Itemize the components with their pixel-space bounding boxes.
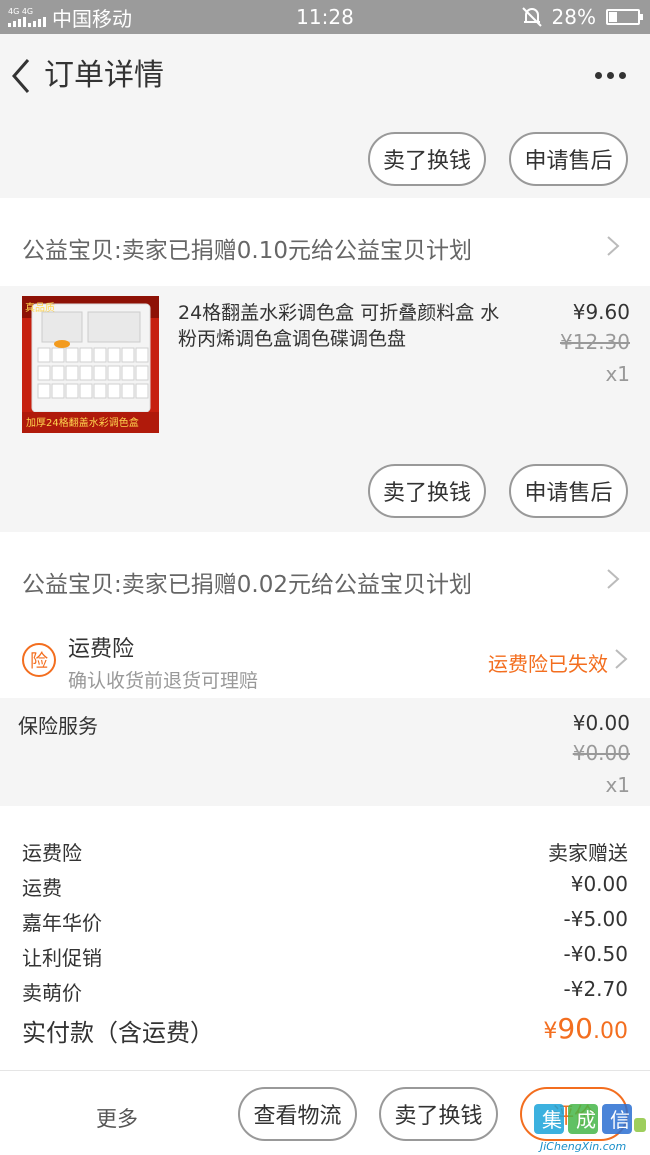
product-price: ¥9.60 [572,300,630,324]
total-decimal: .00 [593,1019,628,1044]
thumb-badge: 真品质 [25,303,55,314]
product-image[interactable]: 真品质 加厚24格翻盖水彩调色盒 [22,296,159,433]
battery-percent: 28% [551,5,596,29]
chevron-right-icon [607,569,620,589]
chevron-right-icon [615,649,628,669]
fee-label: 让利促销 [22,946,102,970]
fee-value: 卖家赠送 [548,841,628,865]
page-title: 订单详情 [44,58,164,93]
service-label: 保险服务 [18,714,98,738]
fee-value: -¥5.00 [563,907,628,931]
fee-row: 让利促销 -¥0.50 [22,942,628,972]
fee-row: 嘉年华价 -¥5.00 [22,907,628,937]
fee-row: 卖萌价 -¥2.70 [22,977,628,1007]
donation-text: 公益宝贝:卖家已捐赠0.10元给公益宝贝计划 [22,238,472,264]
status-bar: 4G 4G 中国移动 11:28 28% [0,0,650,34]
insurance-title: 运费险 [68,637,135,662]
mute-bell-icon [521,7,542,27]
total-integer: 90 [557,1012,593,1045]
total-amount: ¥90.00 [543,1012,628,1045]
fee-label: 运费 [22,876,62,900]
fee-label: 运费险 [22,841,82,865]
thumb-caption: 加厚24格翻盖水彩调色盒 [26,418,139,429]
after-sale-button-top[interactable]: 申请售后 [509,132,628,186]
service-original-price: ¥0.00 [572,741,630,765]
sell-button-bottom[interactable]: 卖了换钱 [379,1087,498,1141]
donation-text-2[interactable]: 公益宝贝:卖家已捐赠0.02元给公益宝贝计划 [22,565,472,599]
watermark-logo: 集 成 信 JiChengXin.com [520,1098,650,1155]
product-quantity: x1 [605,362,630,386]
sell-button-top[interactable]: 卖了换钱 [368,132,486,186]
fee-row: 运费 ¥0.00 [22,872,628,902]
chevron-right-icon [607,236,620,256]
total-label: 实付款（含运费） [22,1019,214,1047]
watermark-text: JiChengXin.com [540,1140,627,1153]
svg-text:成: 成 [576,1108,596,1132]
fee-value: -¥0.50 [563,942,628,966]
svg-text:集: 集 [542,1108,562,1132]
after-sale-button-product[interactable]: 申请售后 [509,464,628,518]
fee-value: ¥0.00 [570,872,628,896]
fee-row: 运费险 卖家赠送 [22,837,628,867]
product-name[interactable]: 24格翻盖水彩调色盒 可折叠颜料盒 水粉丙烯调色盒调色碟调色盘 [178,300,508,352]
total-currency: ¥ [543,1019,558,1044]
more-options-icon[interactable] [595,72,626,79]
fee-value: -¥2.70 [563,977,628,1001]
battery-icon [606,9,643,25]
insurance-icon: 险 [22,643,56,677]
view-logistics-button[interactable]: 查看物流 [238,1087,357,1141]
insurance-subtitle: 确认收货前退货可理赔 [68,670,259,692]
nav-bar: 订单详情 [0,34,650,120]
back-arrow-icon[interactable] [8,56,36,96]
donation-row-1[interactable]: 公益宝贝:卖家已捐赠0.10元给公益宝贝计划 [0,198,650,286]
service-price: ¥0.00 [572,711,630,735]
fee-label: 嘉年华价 [22,911,102,935]
product-original-price: ¥12.30 [560,330,630,354]
palette-box-image [22,296,159,433]
more-link[interactable]: 更多 [96,1103,138,1133]
insurance-status[interactable]: 运费险已失效 [488,648,608,677]
service-quantity: x1 [605,773,630,797]
fee-label: 卖萌价 [22,981,82,1005]
sell-button-product[interactable]: 卖了换钱 [368,464,486,518]
svg-text:信: 信 [610,1108,630,1132]
